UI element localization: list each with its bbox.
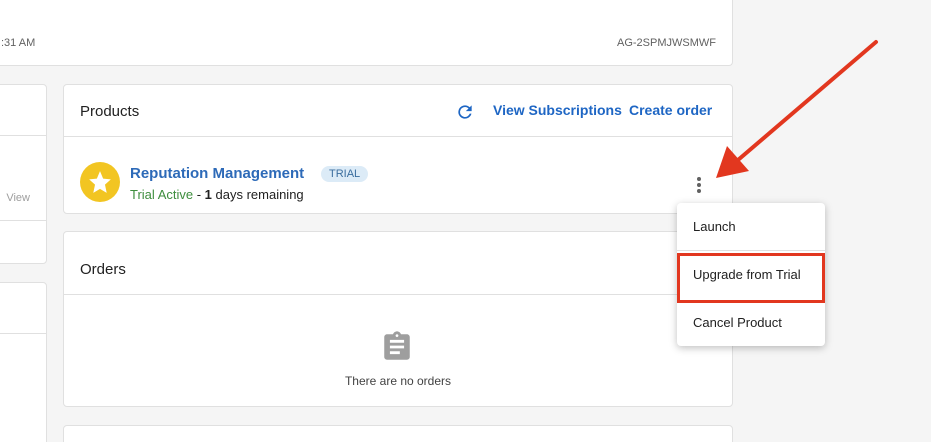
- left-panel-card: View: [0, 84, 47, 264]
- status-active-text: Trial Active: [130, 187, 194, 202]
- days-remaining-count: 1: [204, 187, 212, 202]
- divider: [0, 135, 46, 136]
- header-time: :31 AM: [1, 37, 36, 49]
- bottom-card: [63, 425, 733, 442]
- view-subscriptions-link[interactable]: View Subscriptions: [493, 102, 622, 118]
- refresh-icon[interactable]: [455, 102, 475, 122]
- more-vert-icon[interactable]: [692, 175, 706, 197]
- account-header-card: :31 AM AG-2SPMJWSMWF: [0, 0, 733, 66]
- menu-divider: [677, 250, 825, 251]
- left-view-link[interactable]: View: [6, 192, 30, 204]
- create-order-link[interactable]: Create order: [629, 102, 712, 118]
- clipboard-icon: [384, 331, 410, 360]
- empty-orders-text: There are no orders: [344, 374, 452, 388]
- menu-item-cancel-product[interactable]: Cancel Product: [693, 315, 782, 330]
- orders-title: Orders: [80, 261, 126, 278]
- products-card: Products View Subscriptions Create order…: [63, 84, 733, 214]
- star-icon: [80, 162, 120, 202]
- divider: [64, 136, 732, 137]
- divider: [0, 220, 46, 221]
- account-id: AG-2SPMJWSMWF: [617, 37, 716, 49]
- annotation-highlight-box: [677, 253, 825, 303]
- orders-card: Orders There are no orders: [63, 231, 733, 407]
- divider: [0, 333, 46, 334]
- product-name-link[interactable]: Reputation Management: [130, 165, 304, 182]
- menu-item-launch[interactable]: Launch: [693, 219, 736, 234]
- status-separator: -: [193, 187, 205, 202]
- divider: [64, 294, 732, 295]
- trial-badge: TRIAL: [321, 166, 369, 182]
- product-status: Trial Active - 1 days remaining: [130, 187, 304, 202]
- products-title: Products: [80, 103, 140, 120]
- left-panel-card-2: [0, 282, 47, 442]
- days-remaining-label: days remaining: [211, 187, 304, 202]
